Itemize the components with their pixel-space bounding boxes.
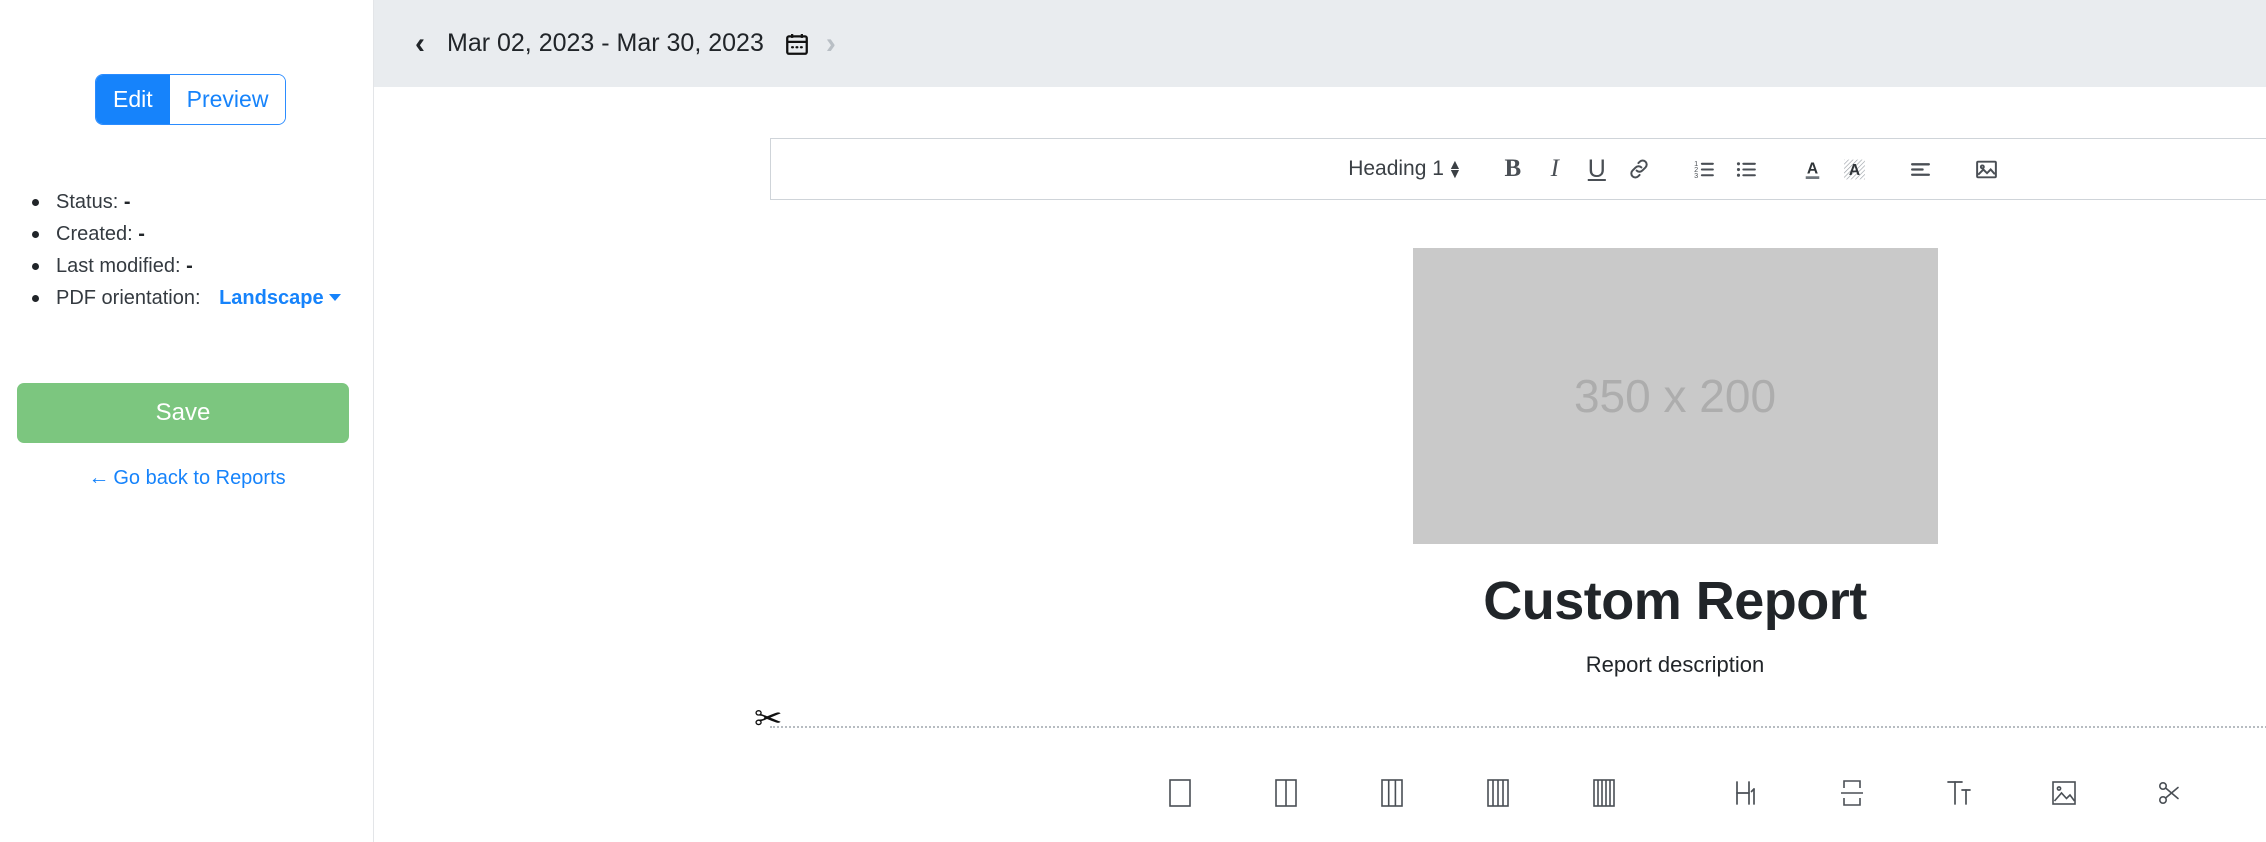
main-content: ‹ Mar 02, 2023 - Mar 30, 2023 › Heading … xyxy=(374,0,2266,842)
highlight-color-icon[interactable]: A xyxy=(1840,148,1870,190)
text-color-icon[interactable]: A xyxy=(1798,148,1828,190)
heading-style-label: Heading 1 xyxy=(1348,157,1444,180)
sidebar: Edit Preview Status: - Created: - Last m… xyxy=(0,0,374,842)
meta-label-pdf-orientation: PDF orientation: xyxy=(56,287,201,309)
layout-1-column-icon[interactable] xyxy=(1144,765,1216,821)
svg-text:3: 3 xyxy=(1694,170,1698,179)
date-range-label: Mar 02, 2023 - Mar 30, 2023 xyxy=(447,29,764,57)
date-range-header: ‹ Mar 02, 2023 - Mar 30, 2023 › xyxy=(374,0,2266,87)
meta-label-status: Status: xyxy=(56,191,119,213)
meta-item-status: Status: - xyxy=(22,186,352,218)
ordered-list-icon[interactable]: 1 2 3 xyxy=(1690,148,1720,190)
layout-5-column-icon[interactable] xyxy=(1568,765,1640,821)
report-metadata-list: Status: - Created: - Last modified: - PD… xyxy=(22,186,352,314)
layout-3-column-icon[interactable] xyxy=(1356,765,1428,821)
save-button[interactable]: Save xyxy=(17,383,349,443)
meta-item-created: Created: - xyxy=(22,218,352,250)
insert-image-block-icon[interactable] xyxy=(2028,765,2100,821)
report-editor-page: Edit Preview Status: - Created: - Last m… xyxy=(0,0,2266,842)
editor-toolbar: Heading 1 ▲ ▼ B I U 1 2 3 A A xyxy=(770,138,2266,200)
previous-period-button[interactable]: ‹ xyxy=(399,28,441,59)
svg-text:A: A xyxy=(1807,160,1818,177)
page-break-separator: ✂ xyxy=(754,702,2266,736)
go-back-label: Go back to Reports xyxy=(113,467,286,489)
link-icon[interactable] xyxy=(1624,148,1654,190)
layout-4-column-icon[interactable] xyxy=(1462,765,1534,821)
meta-label-last-modified: Last modified: xyxy=(56,255,181,277)
document-content[interactable]: 350 x 200 Custom Report Report descripti… xyxy=(770,200,2266,678)
underline-icon[interactable]: U xyxy=(1582,148,1612,190)
go-back-to-reports-link[interactable]: ← Go back to Reports xyxy=(0,466,374,490)
mode-toggle-group: Edit Preview xyxy=(96,75,286,124)
meta-value-last-modified: - xyxy=(186,255,193,277)
tab-edit[interactable]: Edit xyxy=(96,75,170,124)
insert-text-icon[interactable] xyxy=(1922,765,1994,821)
layout-2-column-icon[interactable] xyxy=(1250,765,1322,821)
insert-page-break-icon[interactable] xyxy=(1816,765,1888,821)
chevron-down-icon xyxy=(328,294,341,302)
heading-style-dropdown[interactable]: Heading 1 ▲ ▼ xyxy=(1348,148,1462,190)
align-icon[interactable] xyxy=(1906,148,1936,190)
meta-label-created: Created: xyxy=(56,223,133,245)
report-title[interactable]: Custom Report xyxy=(770,570,2266,632)
scissors-icon[interactable]: ✂ xyxy=(754,702,783,736)
pdf-orientation-value: Landscape xyxy=(219,287,324,309)
report-description[interactable]: Report description xyxy=(770,652,2266,678)
pdf-orientation-dropdown[interactable]: Landscape xyxy=(219,287,341,309)
calendar-icon[interactable] xyxy=(784,31,810,57)
tab-preview[interactable]: Preview xyxy=(169,75,286,124)
placeholder-image-label: 350 x 200 xyxy=(1573,370,1777,422)
meta-item-last-modified: Last modified: - xyxy=(22,250,352,282)
insert-cut-icon[interactable] xyxy=(2134,765,2206,821)
meta-value-created: - xyxy=(138,223,145,245)
insert-image-icon[interactable] xyxy=(1972,148,2002,190)
bold-icon[interactable]: B xyxy=(1498,148,1528,190)
insert-block-toolbar xyxy=(770,765,2266,821)
svg-text:A: A xyxy=(1849,162,1860,179)
placeholder-image[interactable]: 350 x 200 xyxy=(1412,248,1938,544)
insert-heading-icon[interactable] xyxy=(1710,765,1782,821)
next-period-button[interactable]: › xyxy=(810,28,852,59)
meta-value-status: - xyxy=(123,191,131,213)
arrow-left-icon: ← xyxy=(88,466,110,489)
italic-icon[interactable]: I xyxy=(1540,148,1570,190)
meta-item-pdf-orientation: PDF orientation: Landscape xyxy=(22,282,352,314)
updown-spinner-icon: ▲ ▼ xyxy=(1447,156,1462,181)
unordered-list-icon[interactable] xyxy=(1732,148,1762,190)
